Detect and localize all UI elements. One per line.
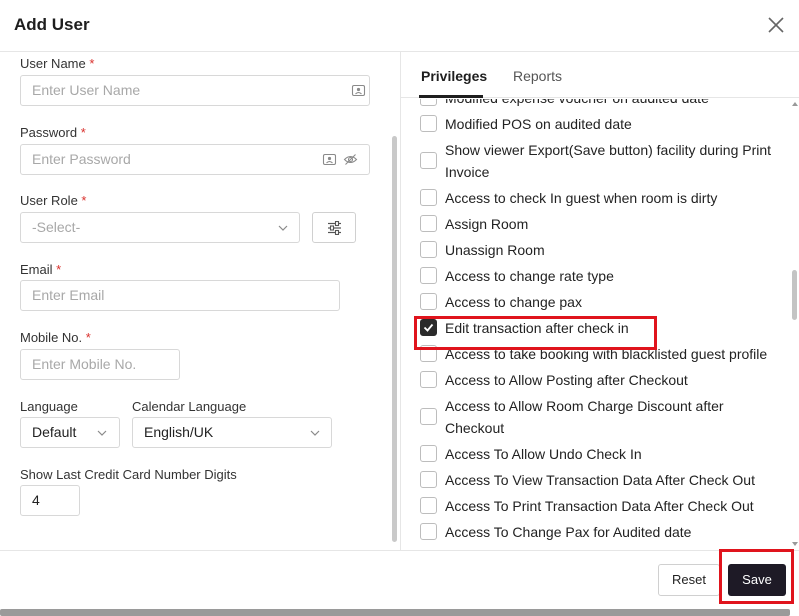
privilege-label: Modified expense voucher on audited date [445, 99, 780, 109]
privilege-item[interactable]: Access To View Transaction Data After Ch… [401, 469, 786, 491]
chevron-down-icon [97, 430, 107, 436]
checkbox[interactable] [420, 152, 437, 169]
email-label: Email * [20, 262, 62, 277]
privilege-label: Access To Allow Undo Check In [445, 446, 642, 462]
credit-card-digits-label: Show Last Credit Card Number Digits [20, 467, 237, 482]
privilege-item[interactable]: Access to Allow Room Charge Discount aft… [401, 395, 786, 439]
right-scrollbar-thumb[interactable] [792, 270, 797, 320]
checkbox[interactable] [420, 267, 437, 284]
role-filter-button[interactable] [312, 212, 356, 243]
chevron-down-icon [278, 225, 288, 231]
tab-reports[interactable]: Reports [513, 68, 562, 84]
privilege-item[interactable]: Modified POS on audited date [401, 113, 786, 135]
checkbox[interactable] [420, 99, 437, 106]
privilege-label: Show viewer Export(Save button) facility… [445, 142, 772, 180]
left-scrollbar[interactable] [392, 136, 397, 542]
user-role-select[interactable]: -Select- [20, 212, 300, 243]
privilege-label: Unassign Room [445, 242, 545, 258]
highlight-save-button [719, 549, 794, 604]
privilege-item[interactable]: Unassign Room [401, 239, 786, 261]
autofill-icon[interactable] [322, 152, 337, 167]
privilege-item[interactable]: Show viewer Export(Save button) facility… [401, 139, 786, 183]
user-form-panel: User Name * Enter User Name Password * E… [0, 52, 401, 550]
tab-privileges[interactable]: Privileges [421, 68, 487, 84]
checkbox[interactable] [420, 215, 437, 232]
privilege-label: Access To Change Pax for Audited date [445, 524, 692, 540]
email-input[interactable]: Enter Email [20, 280, 340, 311]
privilege-item[interactable]: Access to change rate type [401, 265, 786, 287]
privilege-item[interactable]: Assign Room [401, 213, 786, 235]
privilege-item[interactable]: Access to Allow Posting after Checkout [401, 369, 786, 391]
checkbox[interactable] [420, 408, 437, 425]
dialog-header: Add User [0, 0, 799, 52]
checkbox[interactable] [420, 445, 437, 462]
close-icon[interactable] [766, 15, 786, 35]
privilege-item[interactable]: Modified expense voucher on audited date [401, 99, 786, 109]
calendar-language-label: Calendar Language [132, 399, 247, 414]
privilege-label: Access to check In guest when room is di… [445, 190, 718, 206]
privilege-label: Access to change pax [445, 294, 582, 310]
privilege-item[interactable]: Access to change pax [401, 291, 786, 313]
privilege-label: Assign Room [445, 216, 529, 232]
privilege-item[interactable]: Access to check In guest when room is di… [401, 187, 786, 209]
mobile-input[interactable]: Enter Mobile No. [20, 349, 180, 380]
privilege-item[interactable]: Access To Print Transaction Data After C… [401, 495, 786, 517]
checkbox[interactable] [420, 471, 437, 488]
credit-card-digits-input[interactable]: 4 [20, 485, 80, 516]
privilege-label: Access to Allow Room Charge Discount aft… [445, 398, 724, 436]
privilege-label: Access To View Transaction Data After Ch… [445, 472, 755, 488]
privilege-label: Access To Print Transaction Data After C… [445, 498, 754, 514]
user-role-label: User Role * [20, 193, 87, 208]
language-label: Language [20, 399, 78, 414]
privilege-item[interactable]: Access To Allow Undo Check In [401, 443, 786, 465]
password-input[interactable]: Enter Password [20, 144, 370, 175]
privilege-label: Modified POS on audited date [445, 116, 632, 132]
tab-bar: Privileges Reports [401, 52, 799, 98]
autofill-icon[interactable] [351, 83, 366, 98]
reset-button[interactable]: Reset [658, 564, 720, 596]
privileges-panel: Privileges Reports Modified expense vouc… [401, 52, 799, 550]
username-input[interactable]: Enter User Name [20, 75, 370, 106]
scroll-down-icon[interactable] [791, 540, 799, 548]
chevron-down-icon [310, 430, 320, 436]
sliders-icon [328, 221, 341, 235]
checkbox[interactable] [420, 293, 437, 310]
privilege-label: Access to change rate type [445, 268, 614, 284]
highlight-edit-transaction [414, 316, 657, 350]
checkbox[interactable] [420, 241, 437, 258]
mobile-label: Mobile No. * [20, 330, 91, 345]
checkbox[interactable] [420, 371, 437, 388]
privilege-item[interactable]: Access To Change Pax for Audited date [401, 521, 786, 543]
username-label: User Name * [20, 56, 95, 71]
horizontal-scrollbar[interactable] [0, 609, 790, 616]
calendar-language-select[interactable]: English/UK [132, 417, 332, 448]
active-tab-indicator [419, 95, 483, 98]
checkbox[interactable] [420, 189, 437, 206]
scroll-up-icon[interactable] [791, 100, 799, 108]
checkbox[interactable] [420, 523, 437, 540]
checkbox[interactable] [420, 497, 437, 514]
eye-off-icon[interactable] [343, 152, 358, 167]
password-label: Password * [20, 125, 86, 140]
dialog-title: Add User [14, 15, 90, 34]
privilege-label: Access to Allow Posting after Checkout [445, 372, 688, 388]
checkbox[interactable] [420, 115, 437, 132]
